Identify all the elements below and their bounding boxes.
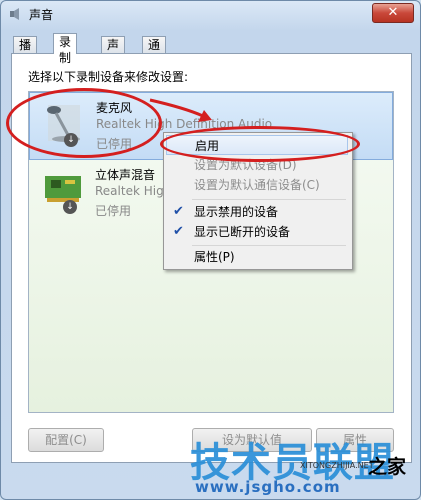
menu-item-enable[interactable]: 启用 (166, 135, 348, 155)
menu-item-label: 显示已断开的设备 (194, 225, 291, 239)
device-status: 已停用 (96, 137, 133, 151)
menu-item-label: 设置为默认设备(D) (194, 158, 297, 172)
tab-sounds[interactable]: 声音 (101, 36, 126, 68)
sound-dialog: 声音 ✕ 播放 录制 声音 通信 选择以下录制设备来修改设置: ↓ 麦克风 Re… (0, 0, 421, 500)
menu-item-set-default-comm-device[interactable]: 设置为默认通信设备(C) (166, 175, 348, 195)
menu-item-label: 属性(P) (194, 250, 235, 264)
menu-separator (192, 199, 346, 200)
watermark-subtext: XITONGZHIJIA.NET (300, 461, 374, 470)
tab-playback[interactable]: 播放 (13, 36, 38, 68)
context-menu: 启用 设置为默认设备(D) 设置为默认通信设备(C) ✔ 显示禁用的设备 ✔ 显… (163, 132, 353, 270)
menu-item-properties[interactable]: 属性(P) (166, 247, 348, 267)
menu-item-label: 启用 (195, 139, 220, 153)
device-name: 麦克风 (96, 101, 133, 115)
tab-communications[interactable]: 通信 (142, 36, 167, 68)
disabled-badge-icon: ↓ (64, 133, 78, 147)
watermark-url: www.jsgho.com (195, 478, 341, 496)
watermark-suffix: 之家 (368, 456, 407, 478)
menu-item-set-default-device[interactable]: 设置为默认设备(D) (166, 155, 348, 175)
tab-recording[interactable]: 录制 (53, 33, 78, 65)
menu-separator (192, 245, 346, 246)
device-description: Realtek High Definition Audio (96, 117, 273, 131)
speaker-icon (10, 8, 19, 20)
title-bar[interactable]: 声音 ✕ (1, 1, 420, 27)
menu-item-label: 显示禁用的设备 (194, 205, 279, 219)
device-status: 已停用 (95, 204, 132, 218)
checkmark-icon: ✔ (173, 204, 184, 219)
menu-item-label: 设置为默认通信设备(C) (194, 178, 320, 192)
window-title: 声音 (29, 8, 54, 22)
disabled-badge-icon: ↓ (63, 200, 77, 214)
close-button[interactable]: ✕ (372, 3, 414, 23)
menu-item-show-disabled[interactable]: ✔ 显示禁用的设备 (166, 202, 348, 222)
device-name: 立体声混音 (95, 168, 156, 182)
panel-prompt: 选择以下录制设备来修改设置: (28, 70, 189, 84)
checkmark-icon: ✔ (173, 224, 184, 239)
menu-item-show-disconnected[interactable]: ✔ 显示已断开的设备 (166, 222, 348, 242)
configure-button[interactable]: 配置(C) (28, 428, 104, 452)
